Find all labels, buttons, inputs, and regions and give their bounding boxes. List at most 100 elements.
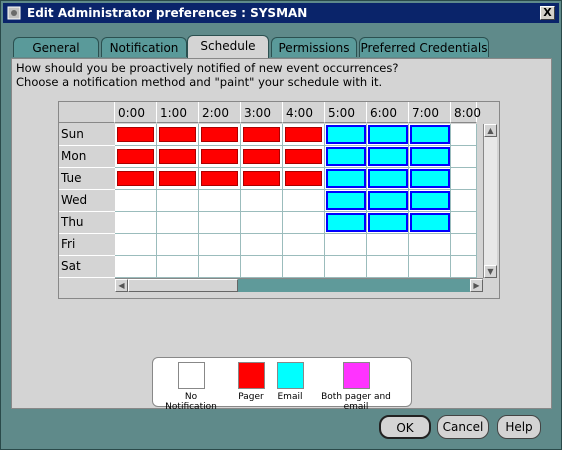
schedule-cell[interactable]: [157, 124, 199, 146]
schedule-cell[interactable]: [241, 190, 283, 212]
swatch-white[interactable]: [177, 362, 205, 389]
email-block[interactable]: [326, 169, 366, 188]
schedule-cell[interactable]: [199, 234, 241, 256]
email-block[interactable]: [368, 191, 408, 210]
email-block[interactable]: [326, 191, 366, 210]
scroll-right-icon[interactable]: ▶: [470, 279, 483, 292]
tab-preferred-credentials[interactable]: Preferred Credentials: [359, 37, 489, 57]
legend-email[interactable]: Email: [273, 362, 307, 402]
schedule-grid[interactable]: 0:00 1:00 2:00 3:00 4:00 5:00 6:00 7:00 8:00 Sun…: [58, 101, 500, 299]
schedule-cell[interactable]: [409, 190, 451, 212]
legend-pager[interactable]: Pager: [233, 362, 269, 402]
schedule-cell[interactable]: [157, 168, 199, 190]
horizontal-scrollbar[interactable]: ◀ ▶: [115, 278, 483, 293]
schedule-cell[interactable]: [409, 146, 451, 168]
schedule-cell[interactable]: [241, 234, 283, 256]
schedule-cell[interactable]: [283, 212, 325, 234]
schedule-cell[interactable]: [199, 256, 241, 278]
tab-schedule[interactable]: Schedule: [187, 35, 269, 59]
vertical-scroll-track[interactable]: [484, 137, 497, 265]
schedule-cell[interactable]: [325, 124, 367, 146]
schedule-cell[interactable]: [157, 212, 199, 234]
email-block[interactable]: [410, 213, 450, 232]
pager-block[interactable]: [243, 149, 280, 164]
email-block[interactable]: [410, 191, 450, 210]
swatch-magenta[interactable]: [342, 362, 370, 389]
schedule-cell[interactable]: [199, 124, 241, 146]
email-block[interactable]: [326, 147, 366, 166]
schedule-cell[interactable]: [367, 256, 409, 278]
pager-block[interactable]: [117, 127, 154, 142]
tab-notification[interactable]: Notification: [101, 37, 187, 57]
schedule-cell[interactable]: [241, 168, 283, 190]
email-block[interactable]: [410, 147, 450, 166]
schedule-cell[interactable]: [157, 234, 199, 256]
pager-block[interactable]: [159, 127, 196, 142]
schedule-cell[interactable]: [283, 256, 325, 278]
pager-block[interactable]: [117, 171, 154, 186]
schedule-cell[interactable]: [199, 190, 241, 212]
pager-block[interactable]: [285, 149, 322, 164]
email-block[interactable]: [410, 125, 450, 144]
schedule-cell[interactable]: [409, 256, 451, 278]
email-block[interactable]: [326, 213, 366, 232]
schedule-cell[interactable]: [241, 146, 283, 168]
schedule-cell[interactable]: [115, 234, 157, 256]
ok-button[interactable]: OK: [379, 415, 431, 439]
help-button[interactable]: Help: [497, 415, 541, 439]
email-block[interactable]: [368, 169, 408, 188]
schedule-cell[interactable]: [157, 256, 199, 278]
legend-no-notification[interactable]: No Notification: [161, 362, 221, 412]
schedule-cell[interactable]: [241, 212, 283, 234]
schedule-cell[interactable]: [367, 212, 409, 234]
schedule-cell[interactable]: [451, 124, 477, 146]
tab-permissions[interactable]: Permissions: [271, 37, 357, 57]
schedule-cell[interactable]: [199, 168, 241, 190]
schedule-cell[interactable]: [451, 234, 477, 256]
schedule-cell[interactable]: [325, 190, 367, 212]
pager-block[interactable]: [285, 127, 322, 142]
email-block[interactable]: [326, 125, 366, 144]
schedule-cell[interactable]: [409, 124, 451, 146]
schedule-cell[interactable]: [451, 212, 477, 234]
schedule-cell[interactable]: [115, 212, 157, 234]
email-block[interactable]: [410, 169, 450, 188]
schedule-cell[interactable]: [199, 212, 241, 234]
schedule-cell[interactable]: [367, 124, 409, 146]
schedule-cell[interactable]: [199, 146, 241, 168]
schedule-cell[interactable]: [325, 168, 367, 190]
swatch-red[interactable]: [237, 362, 265, 389]
swatch-cyan[interactable]: [276, 362, 304, 389]
email-block[interactable]: [368, 213, 408, 232]
pager-block[interactable]: [243, 127, 280, 142]
pager-block[interactable]: [201, 149, 238, 164]
schedule-cell[interactable]: [451, 256, 477, 278]
schedule-cell[interactable]: [325, 146, 367, 168]
legend-both[interactable]: Both pager and email: [309, 362, 403, 412]
schedule-cell[interactable]: [367, 168, 409, 190]
schedule-cell[interactable]: [367, 190, 409, 212]
pager-block[interactable]: [159, 171, 196, 186]
email-block[interactable]: [368, 147, 408, 166]
pager-block[interactable]: [117, 149, 154, 164]
schedule-cell[interactable]: [283, 124, 325, 146]
horizontal-scroll-thumb[interactable]: [128, 279, 238, 292]
schedule-cell[interactable]: [325, 212, 367, 234]
schedule-cell[interactable]: [283, 168, 325, 190]
schedule-cell[interactable]: [409, 212, 451, 234]
schedule-cell[interactable]: [367, 234, 409, 256]
scroll-up-icon[interactable]: ▲: [484, 124, 497, 137]
horizontal-scroll-track[interactable]: [238, 279, 470, 292]
schedule-cell[interactable]: [451, 168, 477, 190]
pager-block[interactable]: [201, 127, 238, 142]
schedule-cell[interactable]: [451, 190, 477, 212]
schedule-cell[interactable]: [325, 234, 367, 256]
schedule-cell[interactable]: [157, 190, 199, 212]
schedule-cell[interactable]: [241, 124, 283, 146]
pager-block[interactable]: [243, 171, 280, 186]
schedule-cell[interactable]: [115, 168, 157, 190]
cancel-button[interactable]: Cancel: [437, 415, 489, 439]
schedule-cell[interactable]: [115, 190, 157, 212]
schedule-cell[interactable]: [451, 146, 477, 168]
schedule-cell[interactable]: [325, 256, 367, 278]
